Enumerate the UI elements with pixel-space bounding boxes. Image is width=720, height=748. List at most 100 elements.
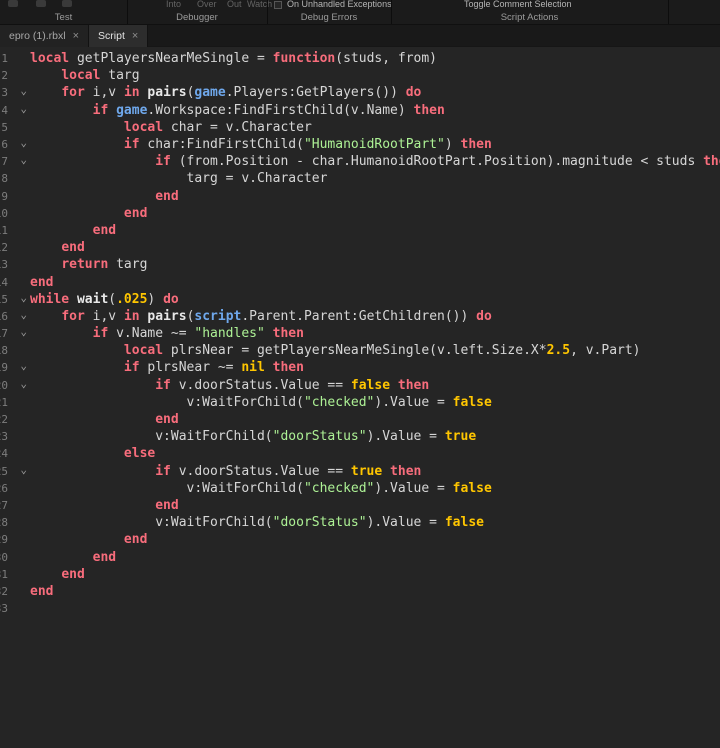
code-line[interactable]: 25⌄ if v.doorStatus.Value == true then xyxy=(0,463,720,480)
ribbon-group-script-actions: Script Actions xyxy=(500,12,559,23)
fold-chevron-icon[interactable]: ⌄ xyxy=(8,84,30,97)
fold-chevron-icon[interactable]: ⌄ xyxy=(8,308,30,321)
line-number: 5 xyxy=(1,120,8,134)
code-line[interactable]: 32 end xyxy=(0,583,720,600)
code-line[interactable]: 29 end xyxy=(0,531,720,548)
code-line[interactable]: 26 v:WaitForChild("checked").Value = fal… xyxy=(0,480,720,497)
code-line[interactable]: 14 end xyxy=(0,273,720,290)
document-tabbar: epro (1).rbxl × Script × xyxy=(0,25,720,47)
code-line[interactable]: 16⌄ for i,v in pairs(script.Parent.Paren… xyxy=(0,308,720,325)
code-line[interactable]: 1 local getPlayersNearMeSingle = function… xyxy=(0,50,720,67)
code-line[interactable]: 3 ⌄ for i,v in pairs(game.Players:GetPlay… xyxy=(0,84,720,101)
line-number: 3 xyxy=(1,86,8,100)
line-number: 29 xyxy=(0,533,8,547)
step-into-button[interactable]: Into xyxy=(166,0,181,9)
code-text: end xyxy=(92,549,117,565)
fold-chevron-icon[interactable]: ⌄ xyxy=(8,463,30,476)
tab-place-file[interactable]: epro (1).rbxl × xyxy=(0,25,90,47)
code-text: end xyxy=(123,205,148,221)
fold-chevron-icon[interactable]: ⌄ xyxy=(8,325,30,338)
code-text: if v.Name ~= "handles" then xyxy=(92,326,304,342)
code-text: for i,v in pairs(game.Players:GetPlayers… xyxy=(61,85,422,101)
script-editor[interactable]: 1 local getPlayersNearMeSingle = function… xyxy=(0,47,720,748)
line-number: 4 xyxy=(1,103,8,117)
code-line[interactable]: 13 return targ xyxy=(0,256,720,273)
line-number: 14 xyxy=(0,275,8,289)
toolbar-icon-fragment[interactable] xyxy=(8,0,18,7)
code-line[interactable]: 6 ⌄ if char:FindFirstChild("HumanoidRootP… xyxy=(0,136,720,153)
code-line[interactable]: 31 end xyxy=(0,566,720,583)
code-line[interactable]: 19⌄ if plrsNear ~= nil then xyxy=(0,359,720,376)
close-icon[interactable]: × xyxy=(73,30,79,42)
code-line[interactable]: 20⌄ if v.doorStatus.Value == false then xyxy=(0,377,720,394)
code-text: end xyxy=(61,240,85,256)
code-line[interactable]: 21 v:WaitForChild("checked").Value = fal… xyxy=(0,394,720,411)
code-line[interactable]: 28 v:WaitForChild("doorStatus").Value = … xyxy=(0,514,720,531)
code-line[interactable]: 12 end xyxy=(0,239,720,256)
line-number: 20 xyxy=(0,378,8,392)
code-line[interactable]: 33 xyxy=(0,600,720,617)
line-number: 23 xyxy=(0,430,8,444)
code-text: end xyxy=(61,566,85,582)
line-number: 24 xyxy=(0,447,8,461)
line-number: 2 xyxy=(1,69,8,83)
fold-chevron-icon[interactable]: ⌄ xyxy=(8,359,30,372)
toolbar-icon-fragment[interactable] xyxy=(36,0,46,7)
code-text: v:WaitForChild("doorStatus").Value = fal… xyxy=(30,515,484,531)
line-number: 15 xyxy=(0,292,8,306)
code-line[interactable]: 5 local char = v.Character xyxy=(0,119,720,136)
step-out-button[interactable]: Out xyxy=(227,0,242,9)
close-icon[interactable]: × xyxy=(132,30,138,42)
code-text: else xyxy=(123,446,156,462)
tab-label: Script xyxy=(98,30,125,42)
code-text: if v.doorStatus.Value == true then xyxy=(155,463,422,479)
code-text: return targ xyxy=(61,257,148,273)
code-line[interactable]: 4 ⌄ if game.Workspace:FindFirstChild(v.Na… xyxy=(0,102,720,119)
code-line[interactable]: 23 v:WaitForChild("doorStatus").Value = … xyxy=(0,428,720,445)
line-number: 13 xyxy=(0,258,8,272)
line-number: 28 xyxy=(0,516,8,530)
code-text: targ = v.Character xyxy=(30,171,328,187)
code-line[interactable]: 24 else xyxy=(0,445,720,462)
code-line[interactable]: 15⌄while wait(.025) do xyxy=(0,291,720,308)
code-line[interactable]: 2 local targ xyxy=(0,67,720,84)
watch-button[interactable]: Watch xyxy=(247,0,272,9)
line-number: 22 xyxy=(0,413,8,427)
line-number: 16 xyxy=(0,309,8,323)
code-line[interactable]: 22 end xyxy=(0,411,720,428)
code-line[interactable]: 10 end xyxy=(0,205,720,222)
code-text: end xyxy=(123,532,148,548)
ribbon-group-test: Test xyxy=(54,12,73,23)
code-text: local plrsNear = getPlayersNearMeSingle(… xyxy=(123,343,641,359)
code-area: 1 local getPlayersNearMeSingle = function… xyxy=(0,50,720,617)
fold-chevron-icon[interactable]: ⌄ xyxy=(8,136,30,149)
on-unhandled-exceptions-checkbox[interactable] xyxy=(274,1,282,9)
fold-chevron-icon[interactable]: ⌄ xyxy=(8,153,30,166)
code-line[interactable]: 8 targ = v.Character xyxy=(0,170,720,187)
code-line[interactable]: 17⌄ if v.Name ~= "handles" then xyxy=(0,325,720,342)
code-text: end xyxy=(30,583,54,599)
code-line[interactable]: 27 end xyxy=(0,497,720,514)
fold-chevron-icon[interactable]: ⌄ xyxy=(8,102,30,115)
code-line[interactable]: 30 end xyxy=(0,548,720,565)
code-text: if plrsNear ~= nil then xyxy=(123,360,304,376)
line-number: 8 xyxy=(1,172,8,186)
fold-chevron-icon[interactable]: ⌄ xyxy=(8,291,30,304)
line-number: 26 xyxy=(0,481,8,495)
code-text: end xyxy=(92,222,117,238)
line-number: 27 xyxy=(0,498,8,512)
code-line[interactable]: 18 local plrsNear = getPlayersNearMeSing… xyxy=(0,342,720,359)
toolbar-icon-fragment[interactable] xyxy=(62,0,72,7)
tab-script[interactable]: Script × xyxy=(89,25,149,47)
step-over-button[interactable]: Over xyxy=(197,0,217,9)
line-number: 7 xyxy=(1,155,8,169)
code-text: end xyxy=(155,188,179,204)
fold-chevron-icon[interactable]: ⌄ xyxy=(8,377,30,390)
toggle-comment-selection-button[interactable]: Toggle Comment Selection xyxy=(464,0,572,9)
code-text: v:WaitForChild("checked").Value = false xyxy=(30,480,492,496)
code-line[interactable]: 7 ⌄ if (from.Position - char.HumanoidRoot… xyxy=(0,153,720,170)
code-line[interactable]: 11 end xyxy=(0,222,720,239)
code-line[interactable]: 9 end xyxy=(0,188,720,205)
line-number: 25 xyxy=(0,464,8,478)
line-number: 18 xyxy=(0,344,8,358)
